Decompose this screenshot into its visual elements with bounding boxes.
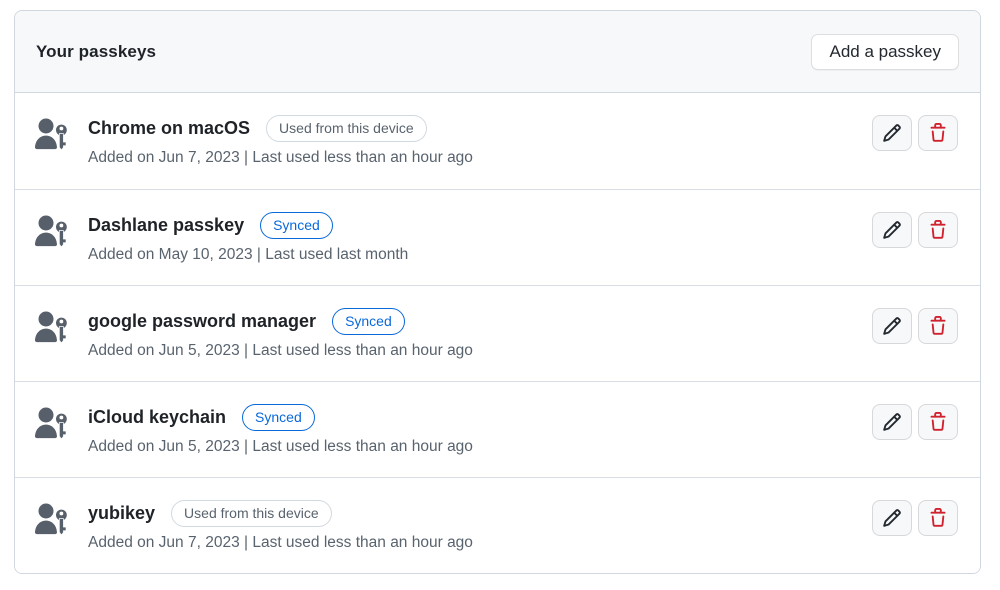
passkey-title-line: Chrome on macOS Used from this device (88, 115, 872, 142)
trash-icon (928, 508, 948, 528)
trash-icon (928, 412, 948, 432)
passkey-meta: Added on Jun 7, 2023 | Last used less th… (88, 534, 872, 552)
passkey-person-key-icon (34, 310, 68, 346)
edit-passkey-button[interactable] (872, 404, 912, 440)
page-title: Your passkeys (36, 42, 156, 62)
add-passkey-button[interactable]: Add a passkey (811, 34, 959, 70)
passkey-row: google password manager Synced Added on … (15, 285, 980, 381)
trash-icon (928, 123, 948, 143)
passkey-meta: Added on Jun 5, 2023 | Last used less th… (88, 438, 872, 456)
passkey-actions (872, 212, 958, 248)
pencil-icon (882, 316, 902, 336)
passkey-title-line: yubikey Used from this device (88, 500, 872, 527)
passkey-title-line: google password manager Synced (88, 308, 872, 335)
passkey-person-key-icon (34, 406, 68, 442)
delete-passkey-button[interactable] (918, 404, 958, 440)
passkey-row: Chrome on macOS Used from this device Ad… (15, 93, 980, 189)
passkey-person-key-icon (34, 214, 68, 250)
pencil-icon (882, 412, 902, 432)
passkey-status-badge: Used from this device (171, 500, 332, 527)
edit-passkey-button[interactable] (872, 308, 912, 344)
passkey-name: Chrome on macOS (88, 118, 250, 139)
passkey-row: Dashlane passkey Synced Added on May 10,… (15, 189, 980, 285)
edit-passkey-button[interactable] (872, 500, 912, 536)
passkey-meta: Added on Jun 5, 2023 | Last used less th… (88, 342, 872, 360)
passkey-name: iCloud keychain (88, 407, 226, 428)
passkey-row-main: google password manager Synced Added on … (88, 308, 872, 360)
passkey-name: google password manager (88, 311, 316, 332)
passkey-status-badge: Used from this device (266, 115, 427, 142)
pencil-icon (882, 123, 902, 143)
passkey-row: yubikey Used from this device Added on J… (15, 477, 980, 573)
passkeys-list: Chrome on macOS Used from this device Ad… (15, 93, 980, 573)
passkey-name: yubikey (88, 503, 155, 524)
passkey-meta: Added on Jun 7, 2023 | Last used less th… (88, 149, 872, 167)
pencil-icon (882, 508, 902, 528)
passkey-actions (872, 115, 958, 151)
passkeys-card: Your passkeys Add a passkey Chrome on ma… (14, 10, 981, 574)
delete-passkey-button[interactable] (918, 500, 958, 536)
passkey-status-badge: Synced (260, 212, 333, 239)
edit-passkey-button[interactable] (872, 212, 912, 248)
passkey-meta: Added on May 10, 2023 | Last used last m… (88, 246, 872, 264)
passkey-status-badge: Synced (332, 308, 405, 335)
passkey-title-line: iCloud keychain Synced (88, 404, 872, 431)
passkey-row-main: Dashlane passkey Synced Added on May 10,… (88, 212, 872, 264)
trash-icon (928, 316, 948, 336)
passkey-person-key-icon (34, 502, 68, 538)
passkey-row-main: Chrome on macOS Used from this device Ad… (88, 115, 872, 167)
passkey-person-key-icon (34, 117, 68, 153)
passkey-name: Dashlane passkey (88, 215, 244, 236)
passkey-status-badge: Synced (242, 404, 315, 431)
delete-passkey-button[interactable] (918, 115, 958, 151)
passkey-row: iCloud keychain Synced Added on Jun 5, 2… (15, 381, 980, 477)
passkey-actions (872, 308, 958, 344)
passkey-title-line: Dashlane passkey Synced (88, 212, 872, 239)
trash-icon (928, 220, 948, 240)
passkey-row-main: iCloud keychain Synced Added on Jun 5, 2… (88, 404, 872, 456)
pencil-icon (882, 220, 902, 240)
edit-passkey-button[interactable] (872, 115, 912, 151)
passkey-actions (872, 404, 958, 440)
passkeys-card-header: Your passkeys Add a passkey (15, 11, 980, 93)
passkey-actions (872, 500, 958, 536)
passkey-row-main: yubikey Used from this device Added on J… (88, 500, 872, 552)
delete-passkey-button[interactable] (918, 308, 958, 344)
delete-passkey-button[interactable] (918, 212, 958, 248)
